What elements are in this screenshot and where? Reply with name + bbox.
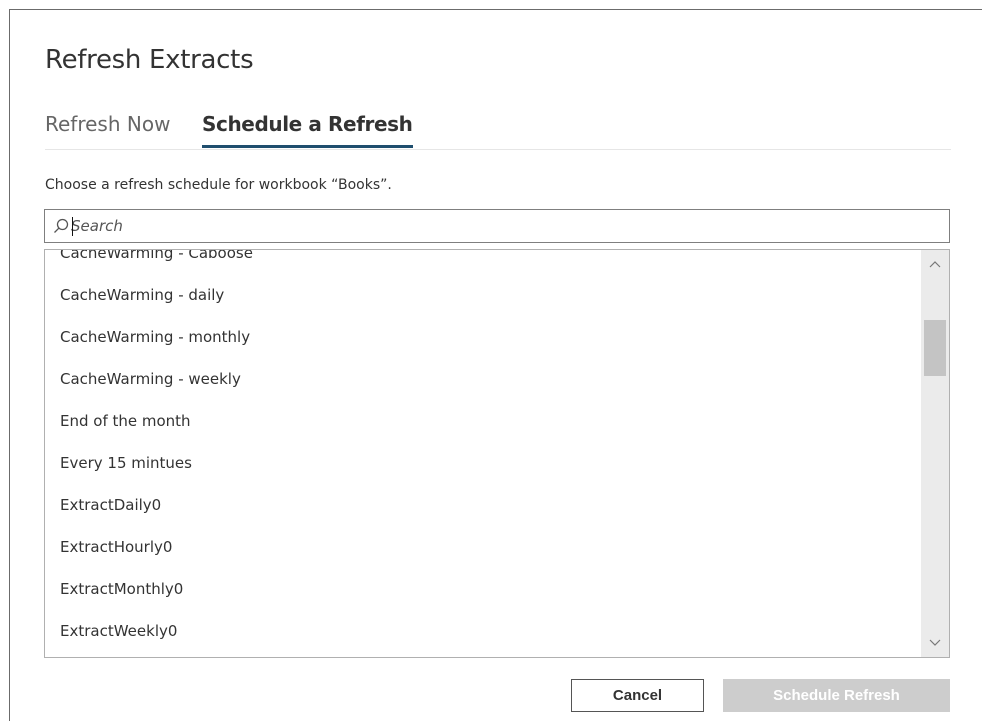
tab-schedule-a-refresh[interactable]: Schedule a Refresh bbox=[202, 108, 413, 148]
list-item[interactable]: End of the month bbox=[45, 400, 915, 442]
list-item[interactable]: CacheWarming - Caboose bbox=[45, 250, 915, 274]
instruction-text: Choose a refresh schedule for workbook “… bbox=[45, 177, 392, 193]
tab-bar: Refresh Now Schedule a Refresh bbox=[45, 108, 951, 150]
list-item[interactable]: ExtractDaily0 bbox=[45, 484, 915, 526]
list-item[interactable]: ExtractWeekly0 bbox=[45, 610, 915, 652]
search-input[interactable] bbox=[71, 212, 931, 240]
scroll-up-button[interactable] bbox=[921, 253, 949, 275]
list-item[interactable]: CacheWarming - daily bbox=[45, 274, 915, 316]
scroll-down-button[interactable] bbox=[921, 632, 949, 654]
refresh-extracts-dialog: Refresh Extracts Refresh Now Schedule a … bbox=[9, 9, 982, 721]
chevron-down-icon bbox=[929, 639, 941, 646]
list-item[interactable]: CacheWarming - monthly bbox=[45, 316, 915, 358]
text-caret bbox=[72, 217, 73, 236]
search-icon bbox=[54, 218, 69, 233]
list-item[interactable]: ExtractMonthly0 bbox=[45, 568, 915, 610]
chevron-up-icon bbox=[929, 261, 941, 268]
schedule-list-items: CacheWarming - Caboose CacheWarming - da… bbox=[45, 250, 915, 652]
tab-refresh-now[interactable]: Refresh Now bbox=[45, 108, 170, 148]
list-item[interactable]: Every 15 mintues bbox=[45, 442, 915, 484]
list-item[interactable]: CacheWarming - weekly bbox=[45, 358, 915, 400]
cancel-button[interactable]: Cancel bbox=[571, 679, 704, 712]
scroll-thumb[interactable] bbox=[924, 320, 946, 376]
search-box[interactable] bbox=[44, 209, 950, 243]
dialog-title: Refresh Extracts bbox=[45, 45, 254, 75]
schedule-list[interactable]: CacheWarming - Caboose CacheWarming - da… bbox=[44, 249, 950, 658]
schedule-refresh-button[interactable]: Schedule Refresh bbox=[723, 679, 950, 712]
vertical-scrollbar[interactable] bbox=[921, 250, 949, 657]
list-item[interactable]: ExtractHourly0 bbox=[45, 526, 915, 568]
